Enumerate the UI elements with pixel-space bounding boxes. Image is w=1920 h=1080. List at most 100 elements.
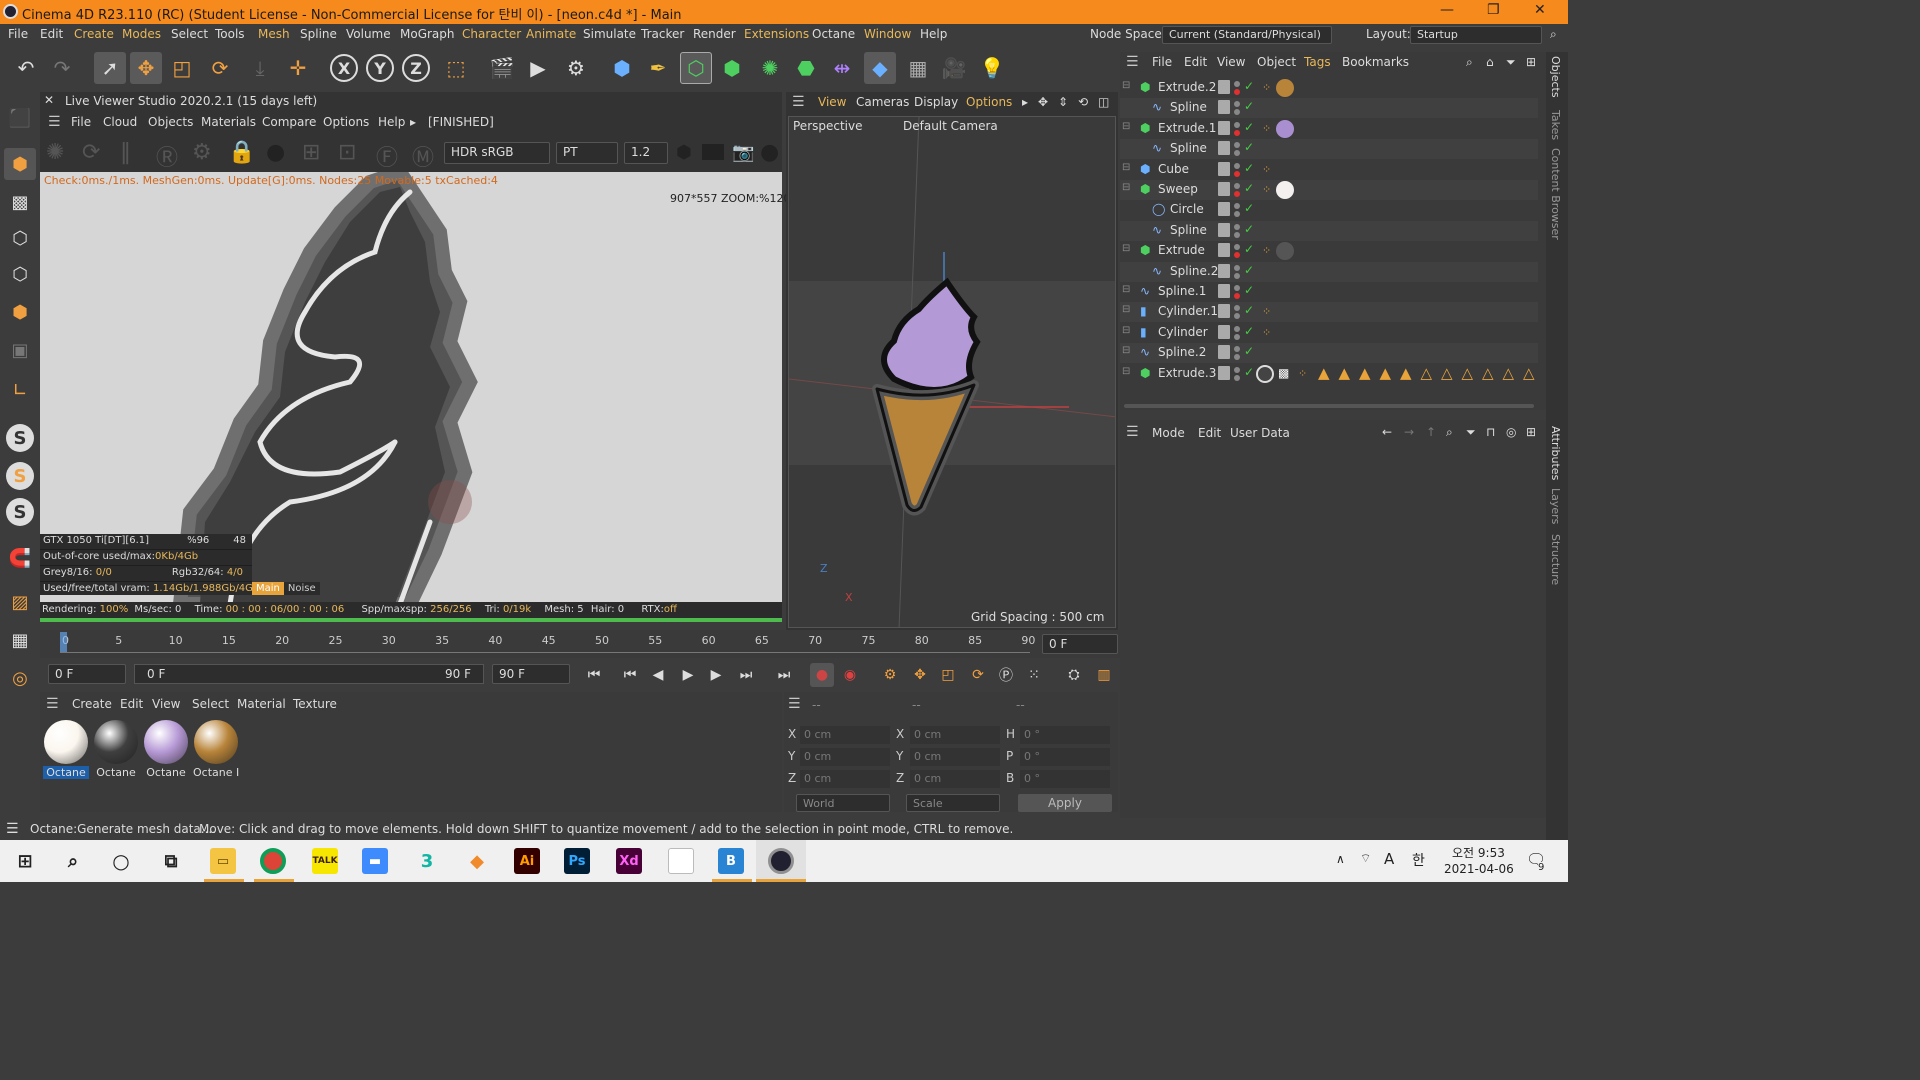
object-row[interactable]: ⊟ ▮ Cylinder ✓ ⁘ [1120,323,1538,343]
menu-file[interactable]: File [8,27,28,41]
selection-tag-icon[interactable]: △ [1503,364,1515,382]
expand-toggle-icon[interactable]: ⊟ [1122,345,1130,356]
editor-visibility-icon[interactable] [1234,101,1240,108]
grid-icon[interactable]: ▦ [4,624,36,656]
octane-tag-icon[interactable]: ⁘ [1262,122,1271,135]
color-space-dropdown[interactable]: HDR sRGB [444,142,550,164]
selection-tag-icon[interactable]: ▲ [1380,364,1392,382]
fracture-icon[interactable]: ⬣ [790,52,822,84]
menu-octane[interactable]: Octane [812,27,855,41]
chevron-right-icon[interactable]: ▸ [410,115,416,129]
points-mode-icon[interactable]: ⬡ [4,222,36,254]
enabled-check-icon[interactable]: ✓ [1244,242,1254,256]
close-icon[interactable]: ✕ [44,93,54,107]
render-visibility-icon[interactable] [1234,89,1240,95]
editor-visibility-icon[interactable] [1234,346,1240,353]
menu-mograph[interactable]: MoGraph [400,27,455,41]
editor-visibility-icon[interactable] [1234,81,1240,87]
enabled-check-icon[interactable]: ✓ [1244,324,1254,338]
editor-visibility-icon[interactable] [1234,244,1240,251]
tweak-mode-icon[interactable]: 🧲 [4,542,36,574]
maximize-view-icon[interactable]: ◫ [1098,95,1109,109]
render-view-icon[interactable]: 🎬 [486,52,518,84]
material-swatch[interactable] [144,720,188,764]
up-arrow-icon[interactable]: ↑ [1426,425,1436,439]
autokey-icon[interactable]: ◉ [838,663,862,687]
editor-visibility-icon[interactable] [1234,366,1240,373]
layer-icon[interactable] [1218,222,1230,237]
editor-visibility-icon[interactable] [1234,203,1240,210]
render-visibility-icon[interactable] [1234,231,1240,238]
enabled-check-icon[interactable]: ✓ [1244,99,1254,113]
snapshot-icon[interactable]: 📷 [732,142,754,163]
pen-spline-icon[interactable]: ✒ [642,52,674,84]
om-menu-edit[interactable]: Edit [1184,55,1207,69]
lock-icon[interactable]: 🔒 [228,140,255,165]
octane-tag-icon[interactable]: ⁘ [1298,367,1307,380]
minimize-icon[interactable]: — [1440,2,1454,18]
render-picture-viewer-icon[interactable]: ▶ [522,52,554,84]
layer-icon[interactable] [1218,263,1230,278]
recent-tool-icon[interactable]: ⤓ [244,52,276,84]
mm-menu-create[interactable]: Create [72,697,112,711]
hamburger-icon[interactable]: ☰ [1126,424,1139,440]
rotate-icon[interactable]: ⟳ [204,52,236,84]
keyframe-selection-icon[interactable]: ⚙ [878,663,902,687]
render-visibility-icon[interactable] [1234,313,1240,320]
layer-icon[interactable] [1218,141,1230,156]
render-visibility-icon[interactable] [1234,272,1240,279]
3d-app-icon[interactable]: 3 [414,848,440,874]
menu-character[interactable]: Character [462,27,521,41]
mm-menu-select[interactable]: Select [192,697,229,711]
object-row[interactable]: ⊟ ⬢ Cube ✓ ⁘ [1120,160,1538,180]
menu-spline[interactable]: Spline [300,27,337,41]
object-row[interactable]: ∿ Spline ✓ [1120,139,1538,160]
editor-visibility-icon[interactable] [1234,264,1240,271]
render-visibility-icon[interactable] [1234,333,1240,340]
layer-icon[interactable] [1218,161,1230,176]
render-visibility-icon[interactable] [1234,293,1240,299]
add-region-icon[interactable]: ⊞ [302,140,320,165]
coord-field[interactable]: 0 ° [1020,726,1110,744]
menu-edit[interactable]: Edit [40,27,63,41]
coord-field[interactable]: 0 cm [910,748,1000,766]
enabled-check-icon[interactable]: ✓ [1244,365,1254,379]
enabled-check-icon[interactable]: ✓ [1244,161,1254,175]
zoom-icon[interactable]: ⇕ [1058,95,1068,109]
hamburger-icon[interactable]: ☰ [6,821,19,837]
material-swatch[interactable] [94,720,138,764]
ime-mode[interactable]: 한 [1412,850,1425,870]
close-icon[interactable]: ✕ [1534,2,1546,18]
om-menu-file[interactable]: File [1152,55,1172,69]
cube-primitive-icon[interactable]: ⬢ [606,52,638,84]
extrude-generator-icon[interactable]: ⬢ [716,52,748,84]
expand-toggle-icon[interactable]: ⊟ [1122,243,1130,254]
hamburger-icon[interactable]: ☰ [792,94,805,110]
3d-viewport[interactable]: Perspective Default Camera Z X Grid Spac… [788,116,1116,628]
tab-structure[interactable]: Structure [1549,534,1562,585]
new-window-icon[interactable]: ⊞ [1526,55,1536,69]
render-settings-icon[interactable]: ⚙ [560,52,592,84]
render-visibility-icon[interactable] [1234,129,1240,136]
pan-icon[interactable]: ✥ [1038,95,1048,109]
lv-menu-file[interactable]: File [71,115,91,129]
layer-icon[interactable] [1218,304,1230,319]
editor-visibility-icon[interactable] [1234,305,1240,312]
octane-tag-icon[interactable]: ⁘ [1262,163,1271,176]
key-rotation-icon[interactable]: ⟳ [966,663,990,687]
material-tag[interactable] [1276,242,1294,261]
texture-mode-icon[interactable]: ▩ [4,186,36,218]
object-row[interactable]: ⊟ ⬢ Extrude.2 ✓ ⁘ [1120,78,1538,98]
texture-tag-icon[interactable]: ▩ [1278,366,1289,380]
expand-toggle-icon[interactable]: ⊟ [1122,182,1130,193]
selection-tag-icon[interactable]: △ [1421,364,1433,382]
sphere-icon[interactable]: ● [760,140,779,165]
tab-attributes[interactable]: Attributes [1549,426,1562,480]
z-axis-icon[interactable]: Z [402,54,430,82]
selection-tag-icon[interactable]: ▲ [1339,364,1351,382]
material-tag[interactable] [1276,119,1294,138]
motion-system-icon[interactable]: ⛭ [1062,663,1086,687]
frame-range-slider[interactable]: 0 F 90 F [134,664,484,684]
material-label[interactable]: Octane [93,766,139,779]
chrome-icon[interactable] [260,848,286,874]
